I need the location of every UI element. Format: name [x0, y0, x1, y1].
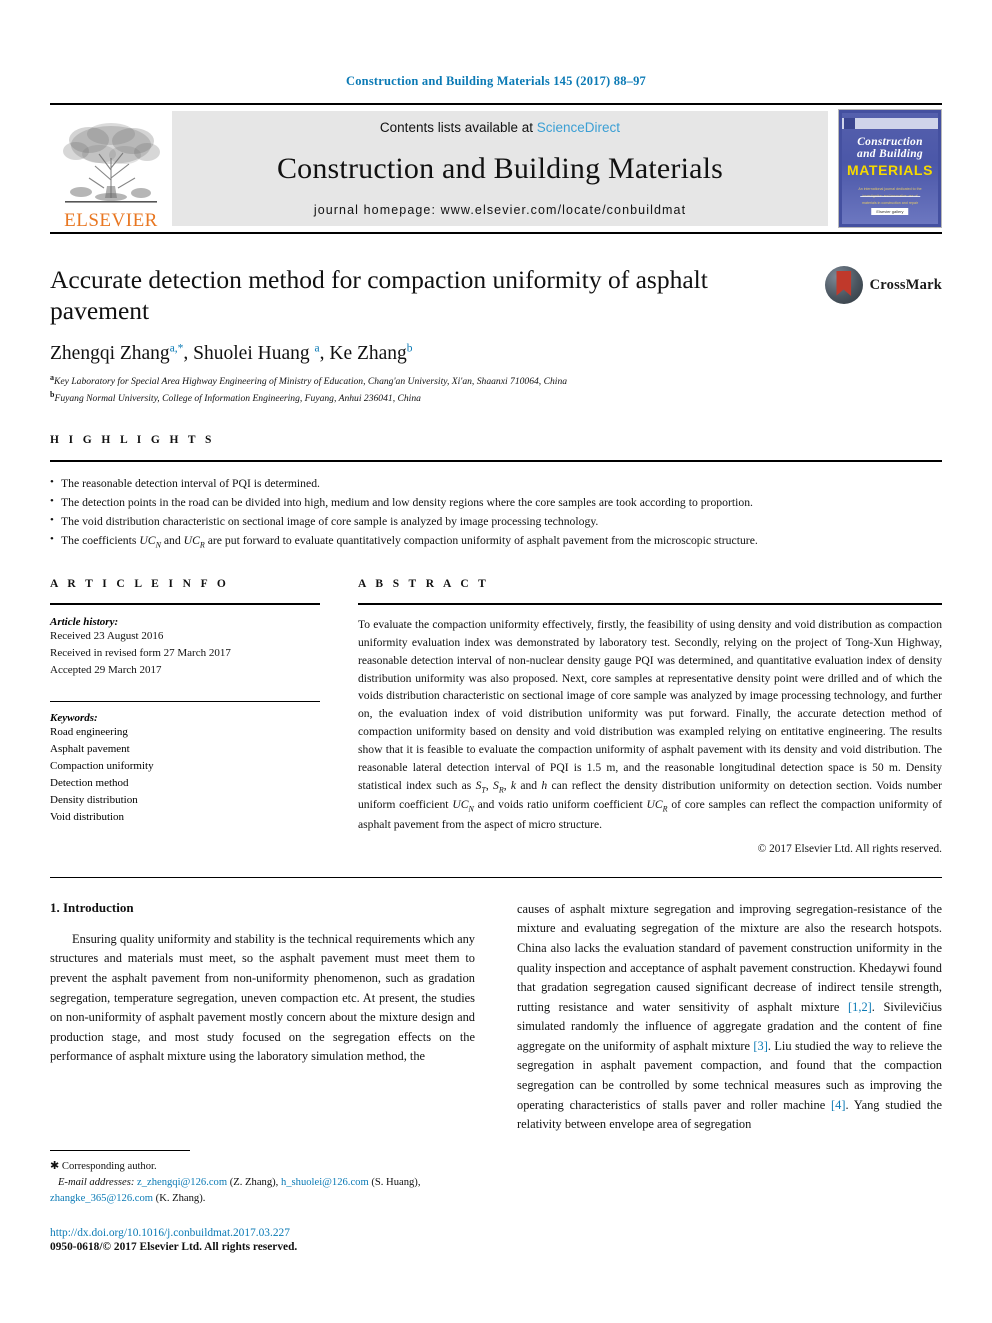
email-addresses-note: E-mail addresses: z_zhengqi@126.com (Z. … — [50, 1175, 450, 1207]
highlights-section: H I G H L I G H T S The reasonable detec… — [50, 434, 942, 552]
crossmark-icon — [824, 266, 863, 304]
citation-ref-3[interactable]: [3] — [753, 1039, 767, 1053]
affiliation-a: aKey Laboratory for Special Area Highway… — [50, 372, 568, 387]
affiliation-b: bFuyang Normal University, College of In… — [50, 389, 421, 404]
email-owner-2: (S. Huang), — [371, 1176, 421, 1188]
info-abstract-row: A R T I C L E I N F O Article history: R… — [50, 578, 942, 855]
article-info-heading: A R T I C L E I N F O — [50, 578, 230, 591]
author-1[interactable]: Zhengqi Zhanga,* — [50, 342, 184, 364]
citation-ref-4[interactable]: [4] — [831, 1098, 845, 1112]
body-column-left: 1. Introduction Ensuring quality uniform… — [50, 900, 475, 1135]
author-3-marks: b — [406, 342, 413, 355]
abstract-heading: A B S T R A C T — [358, 578, 490, 591]
corresponding-author-note: ✱ Corresponding author. — [50, 1160, 157, 1172]
email-label: E-mail addresses: — [57, 1176, 135, 1188]
email-owner-1: (Z. Zhang), — [229, 1176, 279, 1188]
highlight-item: The void distribution characteristic on … — [50, 512, 942, 532]
body-column-right: causes of asphalt mixture segregation an… — [517, 900, 942, 1135]
author-2[interactable]: Shuolei Huang a — [193, 342, 319, 364]
abstract-column: A B S T R A C T To evaluate the compacti… — [358, 578, 942, 855]
cover-title-line1: Construction — [857, 136, 923, 148]
keyword-item[interactable]: Asphalt pavement — [50, 741, 320, 758]
cover-title-line3: MATERIALS — [846, 162, 934, 178]
highlights-list: The reasonable detection interval of PQI… — [50, 474, 942, 552]
keyword-item[interactable]: Compaction uniformity — [50, 758, 320, 775]
contents-available-line: Contents lists available at ScienceDirec… — [380, 120, 620, 135]
cover-footer-text: Elsevier gallery — [871, 208, 909, 215]
journal-title: Construction and Building Materials — [276, 152, 724, 185]
sciencedirect-link[interactable]: ScienceDirect — [537, 120, 620, 135]
keyword-item[interactable]: Road engineering — [50, 724, 320, 741]
history-received: Received 23 August 2016 — [50, 630, 164, 643]
body-divider — [50, 876, 942, 878]
asterisk-icon: ✱ — [50, 1160, 60, 1172]
history-accepted: Accepted 29 March 2017 — [50, 664, 162, 677]
article-info-column: A R T I C L E I N F O Article history: R… — [50, 578, 320, 855]
highlight-item: The detection points in the road can be … — [50, 493, 942, 513]
keyword-item[interactable]: Detection method — [50, 775, 320, 792]
author-list: Zhengqi Zhanga,*, Shuolei Huang a, Ke Zh… — [50, 342, 413, 364]
journal-cover-thumbnail[interactable]: Construction and Building MATERIALS An i… — [838, 109, 942, 228]
cover-footer: Elsevier gallery — [860, 196, 920, 218]
crossmark-badge[interactable]: CrossMark — [824, 266, 942, 304]
crossmark-label: CrossMark — [869, 276, 942, 293]
paper-page: Construction and Building Materials 145 … — [0, 0, 992, 1323]
doi-block: http://dx.doi.org/10.1016/j.conbuildmat.… — [50, 1227, 450, 1253]
highlight-item: The reasonable detection interval of PQI… — [50, 474, 942, 494]
email-link-2[interactable]: h_shuolei@126.com — [281, 1177, 369, 1188]
abstract-text: To evaluate the compaction uniformity ef… — [358, 618, 942, 831]
email-link-3[interactable]: zhangke_365@126.com — [50, 1193, 153, 1204]
journal-homepage-link[interactable]: journal homepage: www.elsevier.com/locat… — [314, 203, 686, 217]
keywords-label: Keywords: — [50, 712, 98, 725]
title-block: CrossMark Accurate detection method for … — [50, 264, 942, 406]
issn-copyright-line: 0950-0618/© 2017 Elsevier Ltd. All right… — [50, 1240, 298, 1253]
doi-link[interactable]: http://dx.doi.org/10.1016/j.conbuildmat.… — [50, 1227, 450, 1239]
contents-box: Contents lists available at ScienceDirec… — [172, 111, 828, 226]
email-owner-3: (K. Zhang). — [155, 1192, 206, 1204]
highlight-item: The coefficients UCN and UCR are put for… — [50, 531, 942, 552]
section-heading-introduction: 1. Introduction — [50, 899, 134, 915]
keyword-item[interactable]: Void distribution — [50, 809, 320, 826]
affiliations: aKey Laboratory for Special Area Highway… — [50, 372, 942, 406]
article-history-label: Article history: — [50, 616, 119, 629]
citation-ref-1[interactable]: [1,2] — [848, 1000, 872, 1014]
elsevier-wordmark: ELSEVIER — [64, 210, 158, 231]
keyword-item[interactable]: Density distribution — [50, 792, 320, 809]
journal-reference: Construction and Building Materials 145 … — [346, 74, 646, 88]
body-columns: 1. Introduction Ensuring quality uniform… — [50, 900, 942, 1135]
highlights-rule — [50, 459, 942, 462]
elsevier-tree-icon — [63, 123, 160, 203]
history-revised: Received in revised form 27 March 2017 — [50, 647, 231, 660]
contents-prefix: Contents lists available at — [379, 120, 534, 135]
intro-paragraph-left: Ensuring quality uniformity and stabilit… — [50, 931, 475, 1064]
footnote-divider — [50, 1150, 190, 1151]
footnote-block: ✱ Corresponding author. E-mail addresses… — [50, 1150, 450, 1253]
abstract-copyright: © 2017 Elsevier Ltd. All rights reserved… — [757, 842, 942, 855]
intro-paragraph-right: causes of asphalt mixture segregation an… — [517, 901, 943, 1132]
author-3[interactable]: Ke Zhangb — [329, 342, 413, 364]
journal-masthead: ELSEVIER Contents lists available at Sci… — [50, 103, 942, 234]
author-1-marks: a,* — [169, 342, 184, 355]
cover-title-line2: and Building — [857, 148, 923, 160]
keywords-divider — [50, 701, 320, 703]
highlights-heading: H I G H L I G H T S — [50, 433, 215, 446]
page-title: Accurate detection method for compaction… — [50, 265, 708, 326]
email-link-1[interactable]: z_zhengqi@126.com — [137, 1177, 227, 1188]
elsevier-logo: ELSEVIER — [50, 105, 172, 232]
